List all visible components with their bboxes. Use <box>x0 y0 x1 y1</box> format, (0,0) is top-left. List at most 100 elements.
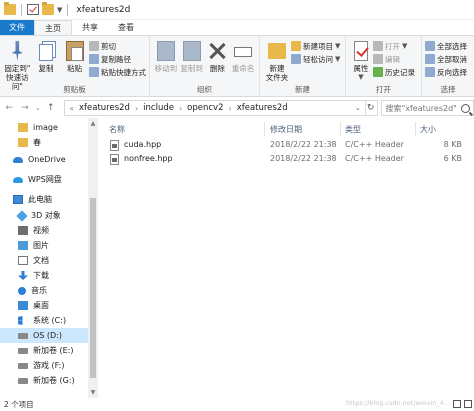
nav-item-label: WPS网盘 <box>28 175 62 184</box>
paste-icon <box>65 41 84 61</box>
select-none-icon <box>425 54 435 64</box>
nav-item-drive-c[interactable]: 系统 (C:) <box>0 313 88 328</box>
invert-selection-button[interactable]: 反向选择 <box>425 66 467 78</box>
column-divider[interactable] <box>264 122 265 136</box>
nav-item-drive-e[interactable]: 新加卷 (E:) <box>0 343 88 358</box>
tab-home[interactable]: 主页 <box>34 20 72 35</box>
address-bar[interactable]: « xfeatures2d › include › opencv2 › xfea… <box>64 100 366 116</box>
chevron-down-icon: ▼ <box>335 55 341 63</box>
nav-item-downloads[interactable]: 下载 <box>0 268 88 283</box>
nav-item-pictures[interactable]: 图片 <box>0 238 88 253</box>
nav-item-label: 音乐 <box>31 286 47 295</box>
nav-item-3d-objects[interactable]: 3D 对象 <box>0 208 88 223</box>
scroll-down-arrow-icon[interactable]: ▼ <box>88 389 98 396</box>
ribbon: 固定到" 快速访问" 复制 粘贴 剪切 复制路径 粘贴快捷方式 剪贴板 移动到 … <box>0 35 474 97</box>
cut-button[interactable]: 剪切 <box>89 40 146 52</box>
copy-path-label: 复制路径 <box>101 54 132 64</box>
file-size: 6 KB <box>443 154 462 163</box>
paste-shortcut-label: 粘贴快捷方式 <box>101 67 147 77</box>
nav-item-label: OneDrive <box>28 155 66 164</box>
properties-icon <box>354 41 368 61</box>
details-view-icon[interactable] <box>453 400 461 408</box>
edit-button[interactable]: 编辑 <box>373 53 415 65</box>
paste-shortcut-button[interactable]: 粘贴快捷方式 <box>89 66 146 78</box>
search-icon <box>461 103 470 113</box>
nav-item-chun[interactable]: 春 <box>0 135 88 150</box>
scrollbar-thumb[interactable] <box>90 198 96 378</box>
nav-item-label: 春 <box>33 138 41 147</box>
easy-access-icon <box>291 54 301 64</box>
nav-item-documents[interactable]: 文档 <box>0 253 88 268</box>
navigation-pane: image 春 OneDrive WPS网盘 此电脑 3D 对象 视频 图片 文… <box>0 118 98 398</box>
drive-icon <box>18 377 28 384</box>
nav-item-image[interactable]: image <box>0 120 88 135</box>
breadcrumb-item[interactable]: xfeatures2d <box>79 103 130 113</box>
file-row[interactable]: cuda.hpp 2018/2/22 21:38 C/C++ Header 8 … <box>106 139 470 153</box>
new-group: 新建 文件夹 新建项目 ▼ 轻松访问 ▼ 新建 <box>260 36 346 96</box>
navigation-scrollbar[interactable]: ▲ ▼ <box>88 118 98 398</box>
file-date: 2018/2/22 21:38 <box>270 140 337 149</box>
nav-item-desktop[interactable]: 桌面 <box>0 298 88 313</box>
cut-label: 剪切 <box>101 41 117 51</box>
forward-arrow-icon[interactable]: → <box>19 103 32 113</box>
nav-item-videos[interactable]: 视频 <box>0 223 88 238</box>
tab-view[interactable]: 查看 <box>108 20 144 35</box>
chevron-down-icon: ▼ <box>335 42 341 50</box>
download-icon <box>18 271 28 280</box>
recent-locations-chevron-icon[interactable]: ⌄ <box>34 104 41 112</box>
select-all-button[interactable]: 全部选择 <box>425 40 467 52</box>
column-header-type[interactable]: 类型 <box>345 122 415 136</box>
back-arrow-icon[interactable]: ← <box>3 103 16 113</box>
cloud-icon <box>13 156 23 163</box>
new-item-button[interactable]: 新建项目 ▼ <box>291 40 340 52</box>
chevron-down-icon: ▼ <box>402 42 408 50</box>
column-header-size[interactable]: 大小 <box>420 122 460 136</box>
tab-share[interactable]: 共享 <box>72 20 108 35</box>
file-list: 名称 修改日期 类型 大小 cuda.hpp 2018/2/22 21:38 C… <box>100 118 474 398</box>
refresh-icon[interactable]: ↻ <box>364 100 378 116</box>
move-to-icon <box>156 41 175 61</box>
nav-item-wps-cloud[interactable]: WPS网盘 <box>0 172 88 187</box>
nav-item-music[interactable]: 音乐 <box>0 283 88 298</box>
breadcrumb-item[interactable]: include <box>143 103 174 113</box>
breadcrumb-item[interactable]: xfeatures2d <box>237 103 288 113</box>
open-group-label: 打开 <box>376 85 391 94</box>
up-arrow-icon[interactable]: ↑ <box>44 103 57 113</box>
divider <box>21 3 22 16</box>
large-icons-view-icon[interactable] <box>464 400 472 408</box>
scroll-up-arrow-icon[interactable]: ▲ <box>88 120 98 127</box>
nav-item-drive-d[interactable]: OS (D:) <box>0 328 88 343</box>
nav-item-label: 此电脑 <box>28 195 52 204</box>
search-input[interactable]: 搜索"xfeatures2d" <box>380 100 474 116</box>
drive-icon <box>18 362 28 369</box>
properties-check-icon[interactable] <box>27 4 39 15</box>
nav-item-label: 桌面 <box>33 301 49 310</box>
file-row[interactable]: nonfree.hpp 2018/2/22 21:38 C/C++ Header… <box>106 153 470 167</box>
nav-item-drive-f[interactable]: 游戏 (F:) <box>0 358 88 373</box>
column-divider[interactable] <box>415 122 416 136</box>
new-folder-icon[interactable] <box>42 2 54 15</box>
open-button[interactable]: 打开 ▼ <box>373 40 415 52</box>
column-divider[interactable] <box>340 122 341 136</box>
tab-file[interactable]: 文件 <box>0 20 34 35</box>
clipboard-group: 固定到" 快速访问" 复制 粘贴 剪切 复制路径 粘贴快捷方式 剪贴板 <box>0 36 150 96</box>
nav-item-drive-g[interactable]: 新加卷 (G:) <box>0 373 88 388</box>
easy-access-button[interactable]: 轻松访问 ▼ <box>291 53 340 65</box>
file-name: nonfree.hpp <box>124 154 173 163</box>
breadcrumb-item[interactable]: opencv2 <box>187 103 223 113</box>
customize-toolbar-dropdown[interactable]: ▼ <box>57 6 62 14</box>
new-folder-icon <box>268 43 286 59</box>
select-none-button[interactable]: 全部取消 <box>425 53 467 65</box>
history-button[interactable]: 历史记录 <box>373 66 415 78</box>
organize-group-label: 组织 <box>197 85 212 94</box>
column-header-name[interactable]: 名称 <box>109 122 259 136</box>
nav-item-label: 下载 <box>33 271 49 280</box>
delete-label: 删除 <box>209 64 225 73</box>
select-group-label: 选择 <box>440 85 456 94</box>
address-dropdown-chevron-icon[interactable]: ⌄ <box>351 101 365 115</box>
nav-item-onedrive[interactable]: OneDrive <box>0 152 88 167</box>
select-group: 全部选择 全部取消 反向选择 选择 <box>422 36 474 96</box>
copy-path-button[interactable]: 复制路径 <box>89 53 146 65</box>
nav-item-this-pc[interactable]: 此电脑 <box>0 192 88 207</box>
column-header-date[interactable]: 修改日期 <box>270 122 340 136</box>
